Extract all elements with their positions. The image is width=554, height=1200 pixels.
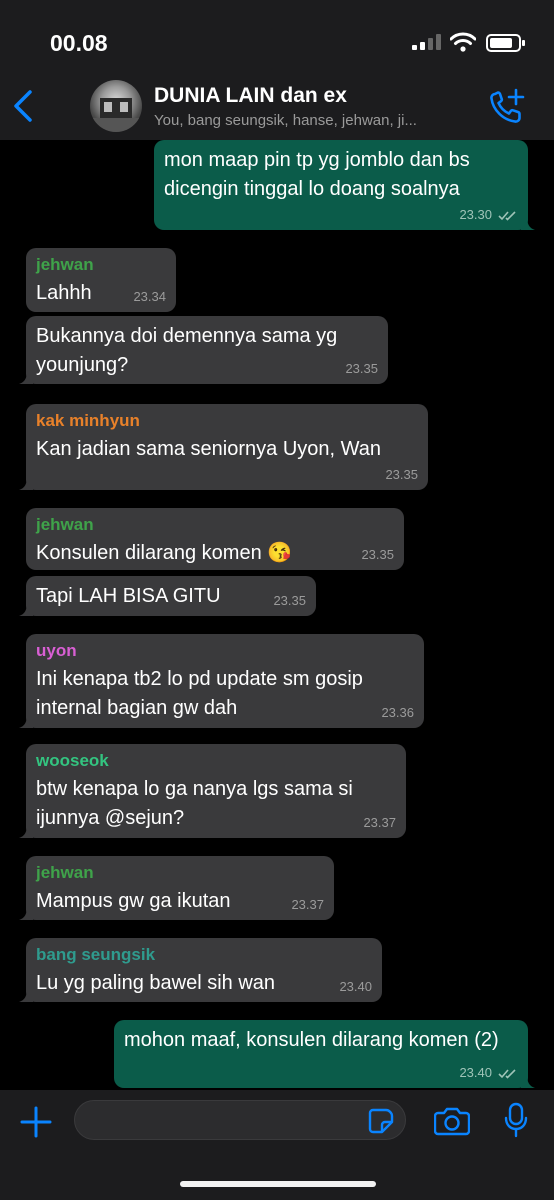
message-time: 23.37 xyxy=(291,897,324,912)
bubble-tail xyxy=(19,988,33,1002)
camera-icon[interactable] xyxy=(434,1106,470,1136)
sender-name: jehwan xyxy=(36,515,94,534)
plus-icon[interactable] xyxy=(18,1104,54,1140)
read-ticks-icon xyxy=(498,211,516,221)
message-time: 23.36 xyxy=(381,705,414,720)
message-outgoing[interactable]: mon maap pin tp yg jomblo dan bs dicengi… xyxy=(154,140,535,230)
message-time: 23.37 xyxy=(363,815,396,830)
message-incoming[interactable]: jehwan Mampus gw ga ikutan 23.37 xyxy=(19,856,334,920)
bubble-tail xyxy=(19,824,33,838)
bubble-tail xyxy=(19,906,33,920)
microphone-icon[interactable] xyxy=(504,1102,528,1138)
bubble-tail xyxy=(19,476,33,490)
message-incoming[interactable]: Tapi LAH BISA GITU 23.35 xyxy=(19,576,316,616)
sender-name: wooseok xyxy=(36,751,109,770)
message-time: 23.35 xyxy=(385,467,418,482)
message-time: 23.30 xyxy=(459,207,492,222)
message-incoming[interactable]: Bukannya doi demennya sama yg younjung? … xyxy=(19,316,388,384)
wifi-icon xyxy=(450,32,476,52)
bubble-tail xyxy=(521,1074,535,1088)
bubble-tail xyxy=(19,714,33,728)
message-input[interactable] xyxy=(74,1100,406,1140)
clock: 00.08 xyxy=(50,30,108,56)
input-bar xyxy=(0,1090,554,1200)
message-text: Bukannya doi demennya sama yg younjung? xyxy=(36,325,338,376)
message-time: 23.35 xyxy=(361,547,394,562)
message-text: mon maap pin tp yg jomblo dan bs dicengi… xyxy=(164,149,470,200)
message-time: 23.40 xyxy=(339,979,372,994)
message-incoming[interactable]: jehwan Lahhh 23.34 xyxy=(26,248,176,312)
message-incoming[interactable]: kak minhyun Kan jadian sama seniornya Uy… xyxy=(19,404,428,490)
battery-icon xyxy=(486,34,525,52)
sender-name: uyon xyxy=(36,641,77,660)
chat-header: DUNIA LAIN dan ex You, bang seungsik, ha… xyxy=(0,76,554,140)
bubble-tail xyxy=(521,216,535,230)
message-text: Tapi LAH BISA GITU xyxy=(36,585,221,607)
message-text: btw kenapa lo ga nanya lgs sama si ijunn… xyxy=(36,778,353,829)
back-chevron-icon[interactable] xyxy=(10,88,36,124)
group-avatar[interactable] xyxy=(90,80,142,132)
message-text: Ini kenapa tb2 lo pd update sm gosip int… xyxy=(36,668,363,719)
group-members[interactable]: You, bang seungsik, hanse, jehwan, ji... xyxy=(154,112,484,129)
message-time: 23.35 xyxy=(345,361,378,376)
home-indicator[interactable] xyxy=(180,1181,376,1187)
sender-name: jehwan xyxy=(36,863,94,882)
message-incoming[interactable]: bang seungsik Lu yg paling bawel sih wan… xyxy=(19,938,382,1002)
message-time: 23.40 xyxy=(459,1065,492,1080)
message-incoming[interactable]: uyon Ini kenapa tb2 lo pd update sm gosi… xyxy=(19,634,424,728)
status-bar: 00.08 xyxy=(0,0,554,76)
message-text: Kan jadian sama seniornya Uyon, Wan xyxy=(36,438,381,460)
message-text: Mampus gw ga ikutan xyxy=(36,890,231,912)
message-time: 23.34 xyxy=(133,289,166,304)
add-call-icon[interactable] xyxy=(488,88,526,126)
bubble-tail xyxy=(19,602,33,616)
message-incoming[interactable]: jehwan Konsulen dilarang komen 😘 23.35 xyxy=(26,508,404,570)
bubble-tail xyxy=(19,370,33,384)
message-outgoing[interactable]: mohon maaf, konsulen dilarang komen (2) … xyxy=(114,1020,535,1088)
message-text: Konsulen dilarang komen 😘 xyxy=(36,542,293,564)
signal-icon xyxy=(412,34,441,50)
group-title[interactable]: DUNIA LAIN dan ex xyxy=(154,84,347,108)
message-text: mohon maaf, konsulen dilarang komen (2) xyxy=(124,1029,499,1051)
message-incoming[interactable]: wooseok btw kenapa lo ga nanya lgs sama … xyxy=(19,744,406,838)
sender-name: kak minhyun xyxy=(36,411,140,430)
message-time: 23.35 xyxy=(273,593,306,608)
sticker-icon[interactable] xyxy=(368,1108,394,1134)
message-text: Lu yg paling bawel sih wan xyxy=(36,972,276,994)
read-ticks-icon xyxy=(498,1069,516,1079)
chat-area[interactable]: mon maap pin tp yg jomblo dan bs dicengi… xyxy=(0,140,554,1090)
sender-name: bang seungsik xyxy=(36,945,156,964)
sender-name: jehwan xyxy=(36,255,94,274)
